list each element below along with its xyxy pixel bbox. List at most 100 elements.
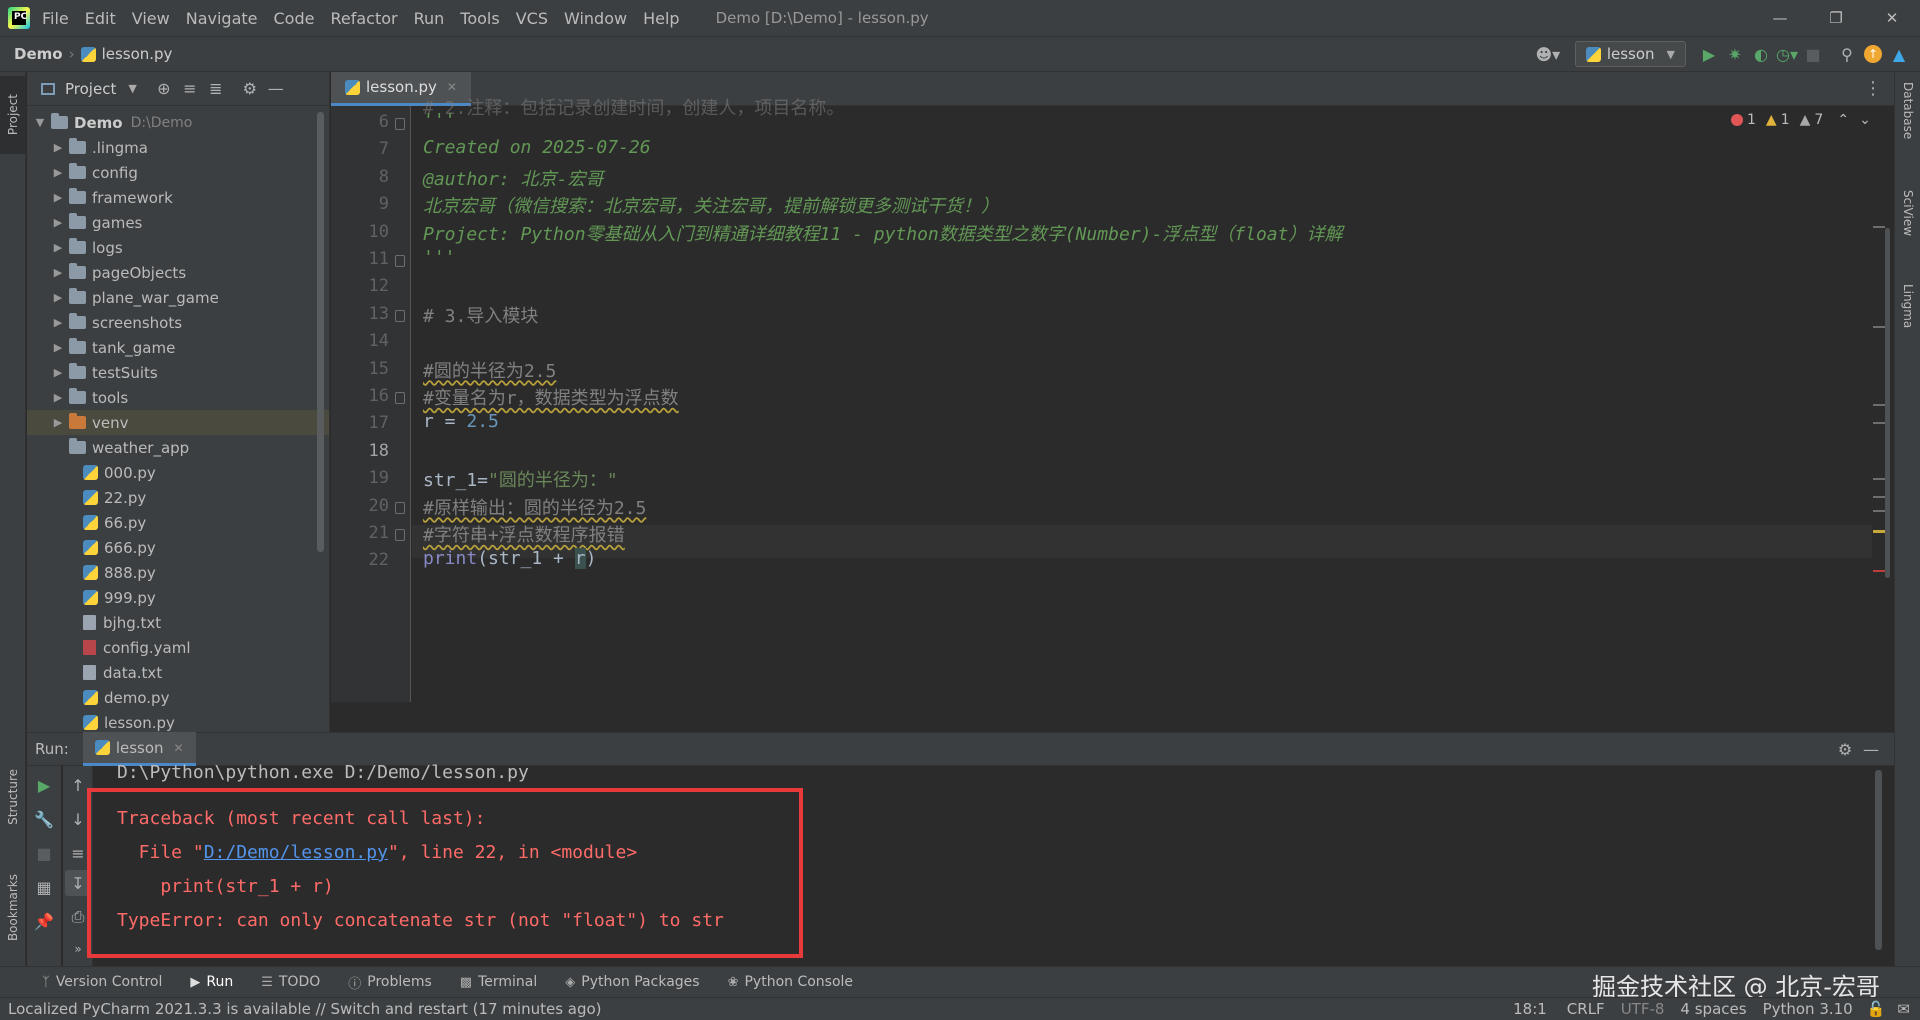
tree-folder[interactable]: weather_app bbox=[27, 435, 329, 460]
tree-file[interactable]: 999.py bbox=[27, 585, 329, 610]
update-icon[interactable]: ↑ bbox=[1860, 41, 1886, 67]
close-icon[interactable]: ✕ bbox=[1864, 0, 1920, 36]
chevron-right-icon[interactable]: ▶ bbox=[51, 266, 65, 279]
chevron-right-icon[interactable]: ▶ bbox=[51, 316, 65, 329]
menu-file[interactable]: File bbox=[42, 9, 69, 28]
lingma-tool-button[interactable]: Lingma bbox=[1895, 284, 1920, 364]
gear-icon[interactable]: ⚙ bbox=[237, 76, 263, 102]
editor-scrollbar-thumb[interactable] bbox=[1885, 228, 1890, 578]
error-stripe[interactable] bbox=[1873, 106, 1891, 702]
close-tab-icon[interactable]: ✕ bbox=[174, 741, 184, 755]
tool-terminal[interactable]: ▩ Terminal bbox=[460, 974, 537, 990]
locate-icon[interactable]: ⊕ bbox=[151, 76, 177, 102]
code-editor[interactable]: 6 7 8 9 10 11 12 13 14 15 16 17 18 19 20 21 22 # 2.注释：包括… bbox=[331, 98, 1894, 702]
menu-refactor[interactable]: Refactor bbox=[330, 9, 397, 28]
fold-marker-icon[interactable] bbox=[395, 392, 405, 404]
chevron-right-icon[interactable]: ▶ bbox=[51, 366, 65, 379]
tree-file[interactable]: 888.py bbox=[27, 560, 329, 585]
gear-icon[interactable]: ⚙ bbox=[1832, 736, 1858, 762]
tree-file[interactable]: bjhg.txt bbox=[27, 610, 329, 635]
menu-tools[interactable]: Tools bbox=[460, 9, 499, 28]
menu-navigate[interactable]: Navigate bbox=[186, 9, 258, 28]
console-scrollbar[interactable] bbox=[1875, 770, 1882, 950]
menu-run[interactable]: Run bbox=[414, 9, 445, 28]
run-config-select[interactable]: lesson ▼ bbox=[1574, 41, 1686, 67]
tree-folder[interactable]: ▶ config bbox=[27, 160, 329, 185]
tree-folder[interactable]: ▶ tools bbox=[27, 385, 329, 410]
menu-window[interactable]: Window bbox=[564, 9, 627, 28]
tree-folder[interactable]: ▶ logs bbox=[27, 235, 329, 260]
hide-icon[interactable]: — bbox=[263, 76, 289, 102]
fold-marker-icon[interactable] bbox=[395, 529, 405, 541]
collapse-all-icon[interactable]: ≣ bbox=[203, 76, 229, 102]
lock-icon[interactable]: 🔓 bbox=[1867, 1000, 1886, 1018]
tree-file[interactable]: 666.py bbox=[27, 535, 329, 560]
run-icon[interactable]: ▶ bbox=[1696, 41, 1722, 67]
tree-folder[interactable]: ▶ .lingma bbox=[27, 135, 329, 160]
interpreter[interactable]: Python 3.10 bbox=[1763, 1000, 1853, 1018]
chevron-right-icon[interactable]: ▶ bbox=[51, 216, 65, 229]
sciview-tool-button[interactable]: SciView bbox=[1895, 190, 1920, 280]
chevron-up-icon[interactable]: ⌃ bbox=[1837, 112, 1849, 128]
user-icon[interactable]: ☻▾ bbox=[1535, 41, 1561, 67]
breadcrumb-project[interactable]: Demo bbox=[14, 45, 63, 63]
tree-file[interactable]: config.yaml bbox=[27, 635, 329, 660]
restore-icon[interactable]: ❐ bbox=[1808, 0, 1864, 36]
line-separator[interactable]: CRLF bbox=[1567, 1000, 1605, 1018]
menu-view[interactable]: View bbox=[132, 9, 170, 28]
stop-icon[interactable]: ■ bbox=[31, 840, 57, 866]
file-encoding[interactable]: UTF-8 bbox=[1621, 1000, 1665, 1018]
status-message[interactable]: Localized PyCharm 2021.3.3 is available … bbox=[8, 1000, 602, 1018]
menu-vcs[interactable]: VCS bbox=[516, 9, 548, 28]
tab-options-icon[interactable]: ⋮ bbox=[1864, 78, 1882, 99]
minimize-icon[interactable]: — bbox=[1752, 0, 1808, 36]
tree-file[interactable]: 66.py bbox=[27, 510, 329, 535]
chevron-right-icon[interactable]: ▶ bbox=[51, 391, 65, 404]
tool-python-console[interactable]: ❀ Python Console bbox=[728, 974, 853, 990]
fold-marker-icon[interactable] bbox=[395, 309, 405, 322]
wrench-icon[interactable]: 🔧 bbox=[31, 806, 57, 832]
bookmarks-tool-button[interactable]: Bookmarks bbox=[0, 858, 26, 958]
tree-folder[interactable]: ▶ testSuits bbox=[27, 360, 329, 385]
project-view-selector[interactable]: Project bbox=[65, 80, 116, 98]
stop-icon[interactable]: ■ bbox=[1800, 41, 1826, 67]
event-log-icon[interactable]: ✉ bbox=[1897, 1000, 1910, 1018]
profile-icon[interactable]: ◷▾ bbox=[1774, 41, 1800, 67]
tree-folder[interactable]: ▶ framework bbox=[27, 185, 329, 210]
tree-scrollbar[interactable] bbox=[317, 112, 324, 552]
tree-file[interactable]: data.txt bbox=[27, 660, 329, 685]
breadcrumb-file[interactable]: lesson.py bbox=[102, 45, 173, 63]
traceback-file-link[interactable]: D:/Demo/lesson.py bbox=[204, 842, 388, 863]
close-tab-icon[interactable]: ✕ bbox=[447, 80, 457, 94]
tool-python-packages[interactable]: ◈ Python Packages bbox=[565, 974, 699, 990]
menu-code[interactable]: Code bbox=[274, 9, 315, 28]
chevron-right-icon[interactable]: ▶ bbox=[51, 191, 65, 204]
chevron-right-icon[interactable]: ▶ bbox=[51, 141, 65, 154]
coverage-icon[interactable]: ◐ bbox=[1748, 41, 1774, 67]
tree-folder[interactable]: ▶ tank_game bbox=[27, 335, 329, 360]
search-icon[interactable]: ⚲ bbox=[1834, 41, 1860, 67]
rerun-icon[interactable]: ▶ bbox=[31, 772, 57, 798]
run-console[interactable]: D:\Python\python.exe D:/Demo/lesson.py T… bbox=[87, 762, 1882, 966]
fold-marker-icon[interactable] bbox=[395, 501, 405, 514]
chevron-down-icon[interactable]: ▼ bbox=[33, 116, 47, 129]
run-tab-lesson[interactable]: lesson ✕ bbox=[82, 732, 196, 766]
tree-file[interactable]: 22.py bbox=[27, 485, 329, 510]
menu-edit[interactable]: Edit bbox=[85, 9, 116, 28]
structure-tool-button[interactable]: Structure bbox=[0, 752, 26, 842]
indent-setting[interactable]: 4 spaces bbox=[1680, 1000, 1746, 1018]
tree-folder[interactable]: ▶ venv bbox=[27, 410, 329, 435]
chevron-right-icon[interactable]: ▶ bbox=[51, 416, 65, 429]
chevron-right-icon[interactable]: ▶ bbox=[51, 241, 65, 254]
debug-icon[interactable]: ✷ bbox=[1722, 41, 1748, 67]
chevron-down-icon[interactable]: ▼ bbox=[128, 82, 136, 95]
tree-folder[interactable]: ▶ screenshots bbox=[27, 310, 329, 335]
expand-all-icon[interactable]: ≡ bbox=[177, 76, 203, 102]
tree-folder[interactable]: ▶ plane_war_game bbox=[27, 285, 329, 310]
tool-todo[interactable]: ☰ TODO bbox=[261, 974, 320, 990]
layout-icon[interactable]: ▦ bbox=[31, 874, 57, 900]
chevron-right-icon[interactable]: ▶ bbox=[51, 291, 65, 304]
chevron-right-icon[interactable]: ▶ bbox=[51, 341, 65, 354]
chevron-right-icon[interactable]: ▶ bbox=[51, 166, 65, 179]
tool-run[interactable]: ▶ Run bbox=[190, 974, 233, 990]
